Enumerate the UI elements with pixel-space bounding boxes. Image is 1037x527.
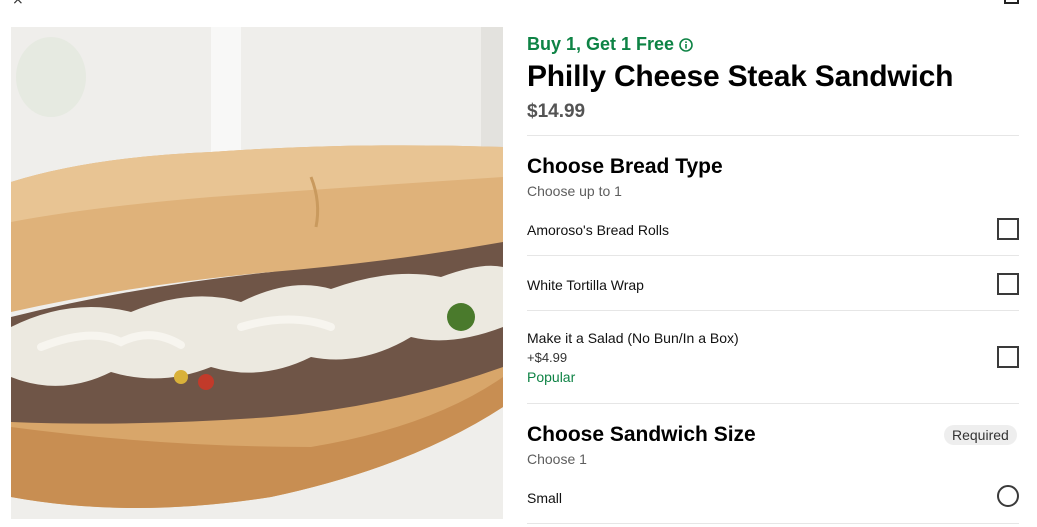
info-icon[interactable] xyxy=(679,37,693,52)
item-details-panel: Buy 1, Get 1 Free Philly Cheese Steak Sa… xyxy=(527,0,1019,527)
sandwich-illustration xyxy=(11,27,503,519)
radio-icon[interactable] xyxy=(997,485,1019,507)
divider xyxy=(527,255,1019,256)
option-price: +$4.99 xyxy=(527,350,568,365)
required-badge: Required xyxy=(944,425,1017,445)
checkbox-icon[interactable] xyxy=(997,346,1019,368)
divider xyxy=(527,403,1019,404)
item-title: Philly Cheese Steak Sandwich xyxy=(527,60,954,93)
checkbox-icon[interactable] xyxy=(997,273,1019,295)
size-section-subtitle: Choose 1 xyxy=(527,451,587,467)
divider xyxy=(527,135,1019,136)
close-icon[interactable]: × xyxy=(12,0,24,8)
size-section-title: Choose Sandwich Size xyxy=(527,423,756,446)
option-label[interactable]: Make it a Salad (No Bun/In a Box) xyxy=(527,330,739,346)
checkbox-icon[interactable] xyxy=(997,218,1019,240)
option-label[interactable]: White Tortilla Wrap xyxy=(527,277,644,293)
divider xyxy=(527,310,1019,311)
product-image xyxy=(11,27,503,519)
divider xyxy=(527,523,1019,524)
option-label[interactable]: Amoroso's Bread Rolls xyxy=(527,222,669,238)
bread-section-title: Choose Bread Type xyxy=(527,155,723,178)
promo-label: Buy 1, Get 1 Free xyxy=(527,34,693,55)
bread-section-subtitle: Choose up to 1 xyxy=(527,183,622,199)
option-label[interactable]: Small xyxy=(527,490,562,506)
item-price: $14.99 xyxy=(527,101,586,122)
promo-text: Buy 1, Get 1 Free xyxy=(527,34,675,54)
popular-tag: Popular xyxy=(527,369,576,385)
